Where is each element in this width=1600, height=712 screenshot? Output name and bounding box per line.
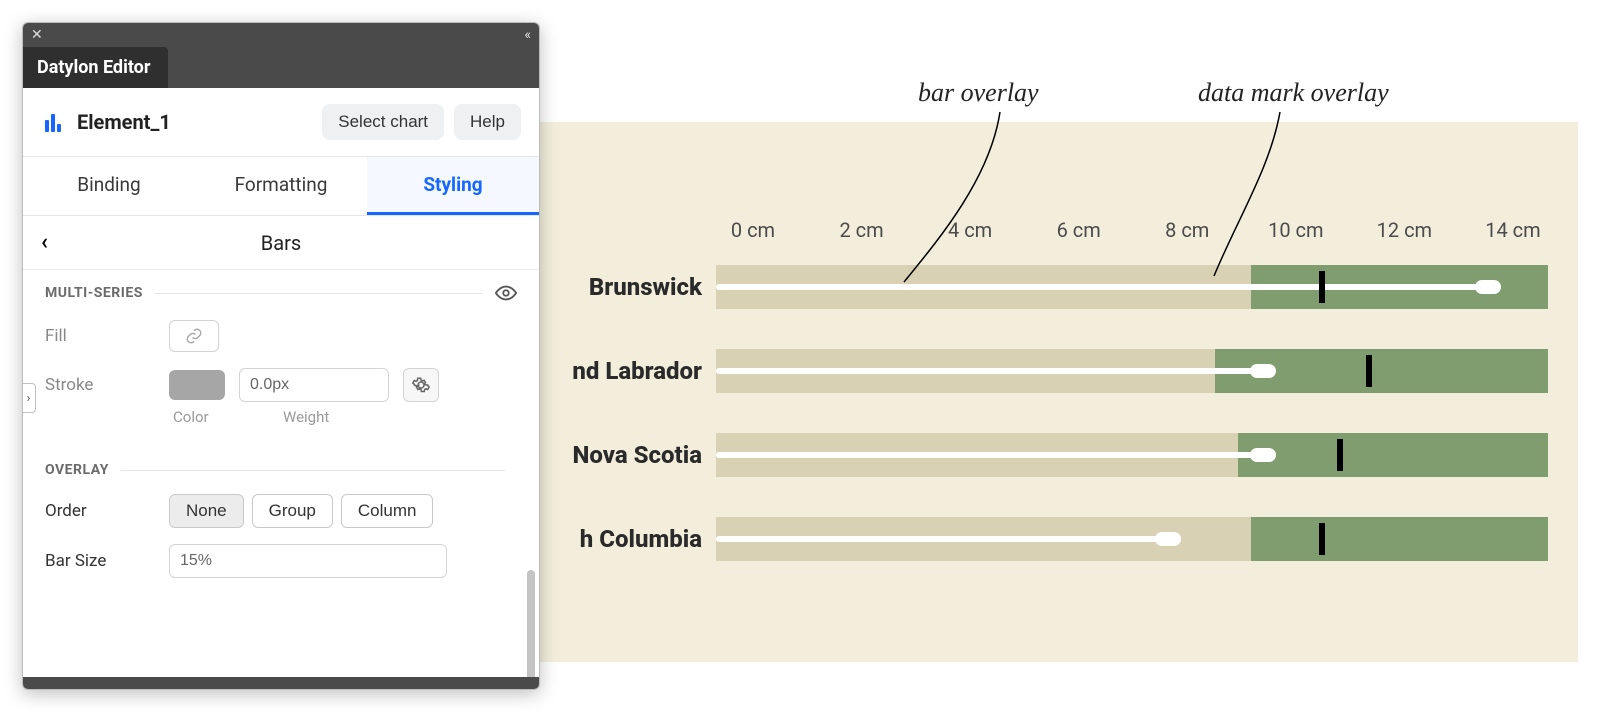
- section-label: OVERLAY: [45, 462, 109, 478]
- axis-tick: 2 cm: [827, 218, 897, 246]
- close-icon[interactable]: ✕: [31, 27, 43, 43]
- collapse-icon[interactable]: «: [524, 27, 531, 43]
- order-option-none[interactable]: None: [169, 494, 244, 528]
- axis-tick: 0 cm: [718, 218, 788, 246]
- panel-title: Datylon Editor: [23, 47, 168, 88]
- order-option-group[interactable]: Group: [252, 494, 333, 528]
- bar-overlay-knob: [1250, 448, 1276, 462]
- bar-overlay: [716, 284, 1488, 290]
- bar-overlay-knob: [1250, 364, 1276, 378]
- stroke-color-swatch[interactable]: [169, 370, 225, 400]
- stroke-row: Stroke: [23, 360, 539, 410]
- back-icon[interactable]: ‹: [41, 230, 65, 255]
- visibility-icon[interactable]: [495, 282, 517, 304]
- bar-track: [716, 433, 1548, 477]
- tab-styling[interactable]: Styling: [367, 157, 539, 215]
- order-option-column[interactable]: Column: [341, 494, 434, 528]
- bar-size-label: Bar Size: [45, 551, 155, 571]
- link-icon[interactable]: [169, 320, 219, 352]
- bar-overlay-knob: [1155, 532, 1181, 546]
- bar-chart-icon: [45, 112, 65, 132]
- bar-overlay-knob: [1475, 280, 1501, 294]
- data-mark: [1337, 439, 1343, 471]
- bar-size-row: Bar Size: [23, 536, 539, 586]
- panel-titlebar[interactable]: ✕ «: [23, 23, 539, 47]
- color-sublabel: Color: [173, 408, 243, 426]
- panel-body: MULTI-SERIES Fill Stroke Color Weight OV…: [23, 270, 539, 677]
- order-segmented-control: None Group Column: [169, 494, 433, 528]
- stroke-label: Stroke: [45, 375, 155, 395]
- panel-tabs: Binding Formatting Styling: [23, 157, 539, 216]
- scrollbar-thumb[interactable]: [527, 570, 535, 677]
- element-header: Element_1 Select chart Help: [23, 88, 539, 157]
- editor-panel: ✕ « Datylon Editor Element_1 Select char…: [22, 22, 540, 690]
- tab-binding[interactable]: Binding: [23, 157, 195, 215]
- bar-size-input[interactable]: [169, 544, 447, 578]
- annotation-leader-line: [900, 108, 1080, 298]
- bar-category-label: nd Labrador: [540, 357, 716, 385]
- annotation-leader-line: [1210, 108, 1350, 288]
- section-overlay[interactable]: OVERLAY: [23, 450, 539, 486]
- section-label: MULTI-SERIES: [45, 285, 143, 301]
- weight-sublabel: Weight: [283, 408, 329, 426]
- bars-container: Brunswick nd Labrador Nova Scotia: [540, 258, 1548, 594]
- data-mark: [1366, 355, 1372, 387]
- bar-overlay: [716, 368, 1263, 374]
- bar-track: [716, 517, 1548, 561]
- side-expand-handle[interactable]: ›: [22, 383, 36, 413]
- bar-category-label: Brunswick: [540, 273, 716, 301]
- x-axis-ticks: 0 cm 2 cm 4 cm 6 cm 8 cm 10 cm 12 cm 14 …: [718, 218, 1548, 246]
- gear-icon: [412, 376, 430, 394]
- element-name[interactable]: Element_1: [77, 110, 171, 134]
- annotation-data-mark-overlay: data mark overlay: [1198, 78, 1389, 108]
- select-chart-button[interactable]: Select chart: [322, 104, 444, 140]
- annotation-bar-overlay: bar overlay: [918, 78, 1039, 108]
- bar-row: h Columbia: [540, 510, 1548, 568]
- bar-category-label: Nova Scotia: [540, 441, 716, 469]
- order-row: Order None Group Column: [23, 486, 539, 536]
- axis-tick: 12 cm: [1369, 218, 1439, 246]
- bar-row: nd Labrador: [540, 342, 1548, 400]
- stroke-weight-input[interactable]: [239, 368, 389, 402]
- bar-row: Nova Scotia: [540, 426, 1548, 484]
- order-label: Order: [45, 501, 155, 521]
- bar-track: [716, 265, 1548, 309]
- breadcrumb-title: Bars: [65, 231, 521, 255]
- fill-label: Fill: [45, 326, 155, 346]
- bar-category-label: h Columbia: [540, 525, 716, 553]
- stroke-settings-button[interactable]: [403, 368, 439, 402]
- bar-overlay: [716, 536, 1168, 542]
- styling-breadcrumb: ‹ Bars: [23, 216, 539, 270]
- axis-tick: 14 cm: [1478, 218, 1548, 246]
- section-multi-series[interactable]: MULTI-SERIES: [23, 270, 539, 312]
- help-button[interactable]: Help: [454, 104, 521, 140]
- fill-row: Fill: [23, 312, 539, 360]
- panel-resize-handle[interactable]: [23, 677, 539, 689]
- data-mark: [1319, 523, 1325, 555]
- bar-overlay: [716, 452, 1263, 458]
- tab-formatting[interactable]: Formatting: [195, 157, 367, 215]
- bar-track: [716, 349, 1548, 393]
